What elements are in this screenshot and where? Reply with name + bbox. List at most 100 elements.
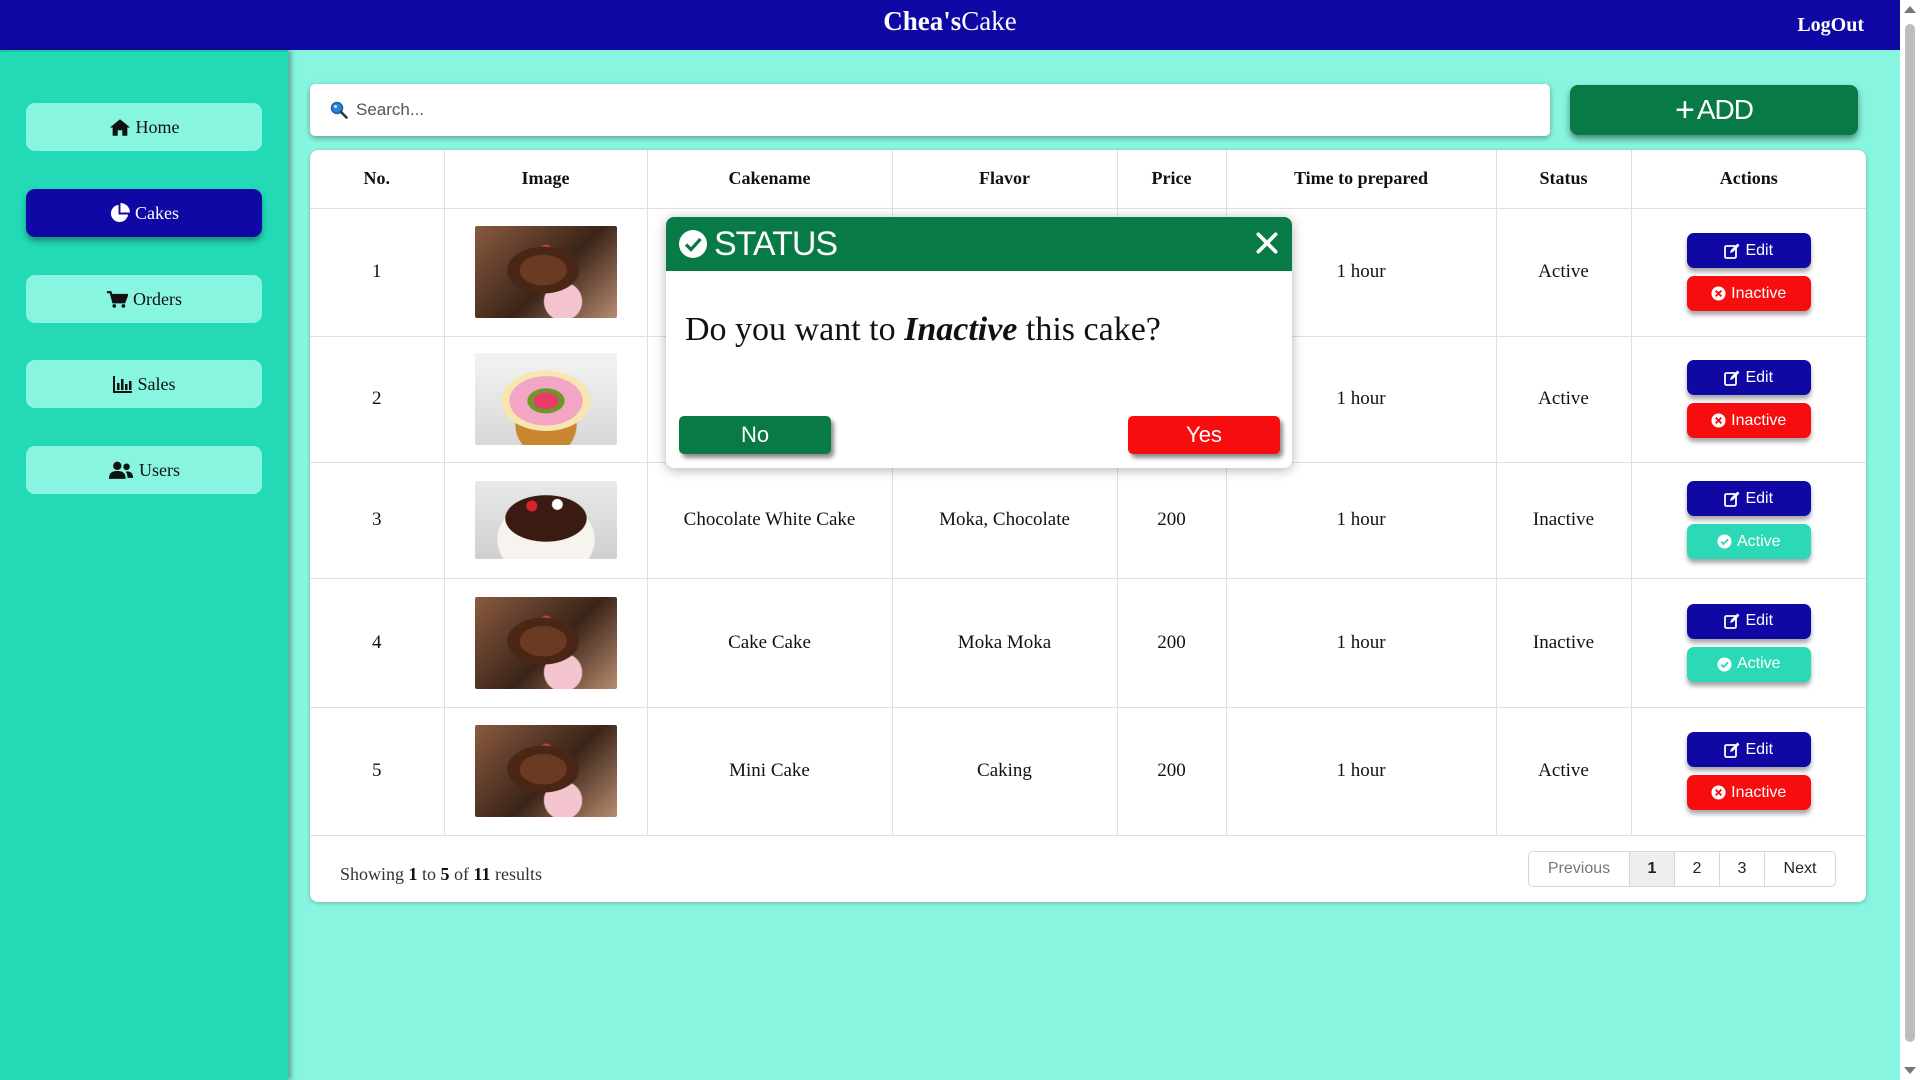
page-2-button[interactable]: 2: [1675, 852, 1720, 886]
cell-no: 3: [310, 462, 445, 579]
sidebar-item-cakes[interactable]: Cakes: [26, 189, 262, 237]
col-header-cakename: Cakename: [647, 150, 893, 209]
inactive-button[interactable]: Inactive: [1686, 775, 1811, 810]
add-button[interactable]: + ADD: [1570, 85, 1858, 135]
status-dialog: STATUS Do you want to Inactive this cake…: [666, 217, 1292, 468]
cell-status: Inactive: [1496, 578, 1632, 708]
cell-status: Active: [1496, 707, 1632, 836]
cake-image: [474, 226, 617, 318]
cell-image: [444, 208, 648, 337]
previous-page-button[interactable]: Previous: [1529, 852, 1630, 886]
cell-no: 1: [310, 208, 445, 337]
cell-status: Inactive: [1496, 462, 1632, 579]
next-page-button[interactable]: Next: [1765, 852, 1835, 886]
cart-icon: [106, 290, 128, 308]
cell-image: [444, 578, 648, 708]
toggle-label: Active: [1736, 532, 1781, 550]
edit-label: Edit: [1745, 612, 1774, 629]
edit-icon: [1724, 742, 1740, 758]
sidebar-item-label: Sales: [137, 373, 176, 394]
edit-label: Edit: [1745, 241, 1774, 259]
sidebar-item-users[interactable]: Users: [26, 446, 262, 494]
toggle-label: Inactive: [1731, 411, 1787, 429]
cell-time: 1 hour: [1226, 462, 1497, 579]
cake-image: [474, 725, 617, 817]
sidebar-item-label: Cakes: [135, 202, 179, 223]
sidebar-item-label: Home: [135, 116, 180, 137]
search-icon: [330, 101, 348, 119]
results-summary: Showing 1 to 5 of 11 results: [340, 864, 543, 884]
scroll-thumb[interactable]: [1905, 24, 1915, 1042]
edit-label: Edit: [1745, 740, 1774, 758]
no-button[interactable]: No: [679, 416, 831, 454]
cell-cakename: Chocolate White Cake: [647, 462, 893, 579]
check-circle-icon: [1717, 534, 1732, 549]
cell-price: 200: [1117, 707, 1227, 836]
cell-flavor: Caking: [892, 707, 1118, 836]
cell-actions: Edit Inactive: [1631, 208, 1866, 337]
cell-flavor: Moka Moka: [892, 578, 1118, 708]
bar-chart-icon: [112, 376, 132, 393]
edit-button[interactable]: Edit: [1686, 360, 1811, 395]
x-circle-icon: [1711, 785, 1726, 800]
cell-status: Active: [1496, 336, 1632, 463]
page-scrollbar[interactable]: [1900, 0, 1920, 1080]
sidebar-item-sales[interactable]: Sales: [26, 360, 262, 408]
page-3-button[interactable]: 3: [1720, 852, 1765, 886]
edit-button[interactable]: Edit: [1686, 732, 1811, 767]
col-header-image: Image: [444, 150, 648, 209]
cell-price: 200: [1117, 578, 1227, 708]
inactive-button[interactable]: Inactive: [1686, 403, 1811, 438]
inactive-button[interactable]: Inactive: [1686, 276, 1811, 311]
logout-link[interactable]: LogOut: [1797, 14, 1864, 37]
col-header-time: Time to prepared: [1226, 150, 1497, 209]
toggle-label: Inactive: [1731, 284, 1787, 302]
cell-image: [444, 707, 648, 836]
page-1-button[interactable]: 1: [1630, 852, 1675, 886]
edit-button[interactable]: Edit: [1686, 481, 1811, 516]
dialog-header: STATUS: [666, 217, 1292, 271]
col-header-actions: Actions: [1631, 150, 1866, 209]
users-icon: [108, 461, 134, 479]
plus-icon: +: [1675, 91, 1695, 129]
cake-image: [474, 353, 617, 445]
table-header-row: No. Image Cakename Flavor Price Time to …: [310, 150, 1866, 209]
toggle-label: Active: [1736, 655, 1781, 672]
edit-button[interactable]: Edit: [1686, 603, 1811, 639]
add-button-label: ADD: [1696, 94, 1754, 125]
sidebar: Home Cakes Orders Sales Users: [0, 50, 288, 1080]
cell-actions: Edit Active: [1631, 578, 1866, 708]
cell-no: 4: [310, 578, 445, 708]
active-button[interactable]: Active: [1686, 646, 1811, 682]
cell-flavor: Moka, Chocolate: [892, 462, 1118, 579]
sidebar-item-label: Orders: [133, 288, 182, 309]
search-input[interactable]: [356, 100, 1536, 120]
cell-no: 2: [310, 336, 445, 463]
edit-label: Edit: [1745, 489, 1774, 507]
cell-actions: Edit Active: [1631, 462, 1866, 579]
check-circle-icon: [679, 230, 707, 258]
scroll-up-arrow[interactable]: [1904, 6, 1916, 13]
pie-chart-icon: [110, 202, 130, 222]
brand-bold: Chea's: [883, 6, 962, 36]
check-circle-icon: [1717, 656, 1732, 672]
sidebar-item-home[interactable]: Home: [26, 103, 262, 151]
edit-button[interactable]: Edit: [1686, 233, 1811, 268]
active-button[interactable]: Active: [1686, 524, 1811, 559]
col-header-status: Status: [1496, 150, 1632, 209]
table-row: 3 Chocolate White Cake Moka, Chocolate 2…: [310, 462, 1866, 579]
edit-icon: [1724, 243, 1740, 259]
close-icon[interactable]: [1254, 230, 1280, 256]
col-header-no: No.: [310, 150, 445, 209]
cell-image: [444, 336, 648, 463]
cell-cakename: Cake Cake: [647, 578, 893, 708]
scroll-down-arrow[interactable]: [1904, 1067, 1916, 1074]
sidebar-item-orders[interactable]: Orders: [26, 275, 262, 323]
col-header-price: Price: [1117, 150, 1227, 209]
cell-actions: Edit Inactive: [1631, 336, 1866, 463]
cake-image: [474, 481, 617, 559]
dialog-title: STATUS: [714, 224, 838, 263]
edit-icon: [1724, 370, 1740, 386]
yes-button[interactable]: Yes: [1128, 416, 1280, 454]
col-header-flavor: Flavor: [892, 150, 1118, 209]
